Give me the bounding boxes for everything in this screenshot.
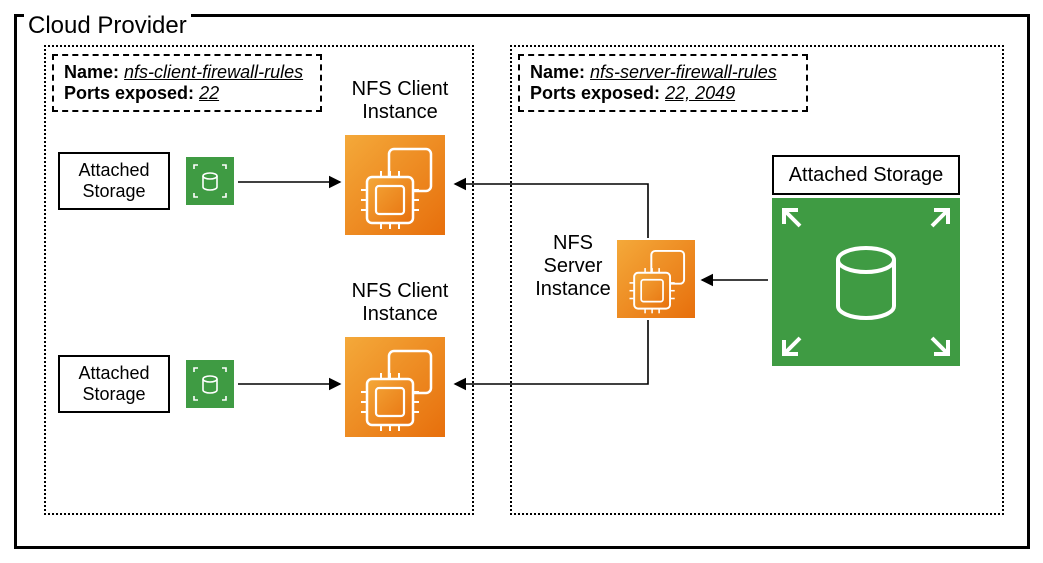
diagram-canvas: Cloud Provider Name: nfs-client-firewall… xyxy=(0,0,1043,563)
arrows-overlay xyxy=(0,0,1043,563)
